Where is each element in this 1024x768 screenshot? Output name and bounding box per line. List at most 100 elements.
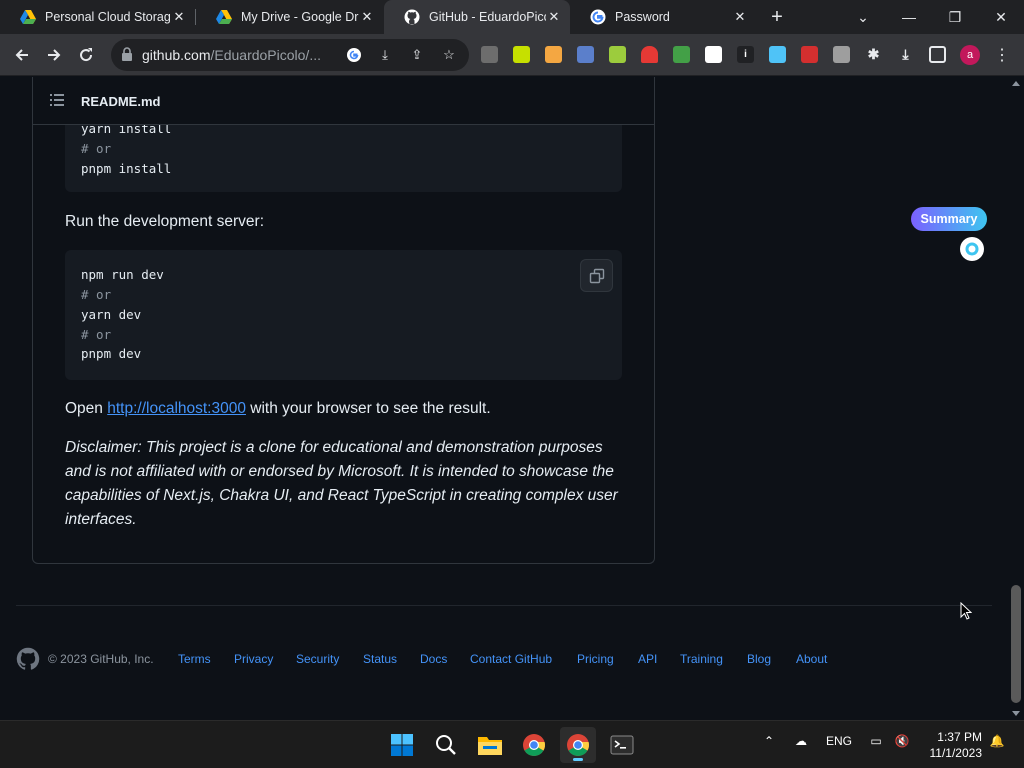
browser-menu-icon[interactable]: ⋮	[994, 45, 1010, 65]
lock-icon	[122, 47, 132, 61]
taskbar: ⌃ ☁ ENG ▭ 🔇 1:37 PM 11/1/2023 🔔	[0, 720, 1024, 768]
extension-icon[interactable]	[833, 46, 850, 63]
tab-search-button[interactable]: ⌄	[840, 0, 886, 34]
tab-personal-cloud-storage[interactable]: Personal Cloud Storag ✕	[0, 0, 195, 34]
footer-link-security[interactable]: Security	[296, 652, 339, 666]
extension-icon[interactable]	[545, 46, 562, 63]
summary-logo-icon[interactable]	[960, 237, 984, 261]
address-bar[interactable]: github.com/EduardoPicolo/... ⤓ ⇪ ☆	[111, 39, 469, 71]
footer-link-privacy[interactable]: Privacy	[234, 652, 273, 666]
close-tab-icon[interactable]: ✕	[171, 9, 187, 25]
code-line: npm run dev	[81, 267, 164, 282]
localhost-link[interactable]: http://localhost:3000	[107, 400, 246, 417]
downloads-icon[interactable]: ⤓	[897, 46, 914, 63]
readme-filename: README.md	[81, 94, 161, 109]
show-hidden-icons-chevron-icon[interactable]: ⌃	[760, 734, 778, 748]
footer-copyright: © 2023 GitHub, Inc.	[48, 652, 154, 666]
tab-github[interactable]: GitHub - EduardoPicol ✕	[384, 0, 570, 34]
side-panel-icon[interactable]	[929, 46, 946, 63]
extension-icon[interactable]	[577, 46, 594, 63]
network-icon[interactable]: ▭	[866, 734, 886, 748]
windows-logo-icon	[391, 734, 413, 756]
chrome-taskbar-button[interactable]	[516, 727, 552, 763]
summary-button[interactable]: Summary	[911, 207, 987, 231]
dev-code-block: npm run dev # or yarn dev # or pnpm dev	[65, 250, 622, 380]
extension-icon[interactable]	[481, 46, 498, 63]
close-window-button[interactable]: ✕	[978, 0, 1024, 34]
restore-button[interactable]: ❐	[932, 0, 978, 34]
page-scrollbar[interactable]	[1008, 77, 1024, 720]
page-content: yarn install # or pnpm install README.md…	[0, 77, 1008, 720]
footer-link-status[interactable]: Status	[363, 652, 397, 666]
outline-list-icon[interactable]	[50, 94, 64, 106]
extension-icon[interactable]	[705, 46, 722, 63]
footer-link-training[interactable]: Training	[680, 652, 723, 666]
onedrive-cloud-icon[interactable]: ☁	[790, 734, 812, 748]
extensions-puzzle-icon[interactable]: ✱	[865, 46, 882, 63]
close-tab-icon[interactable]: ✕	[732, 9, 748, 25]
tab-password[interactable]: Password ✕	[570, 0, 756, 34]
search-button[interactable]	[428, 727, 464, 763]
footer-link-pricing[interactable]: Pricing	[577, 652, 614, 666]
copy-button[interactable]	[580, 259, 613, 292]
back-button[interactable]	[8, 41, 36, 69]
extension-icon[interactable]	[513, 46, 530, 63]
start-button[interactable]	[384, 727, 420, 763]
scroll-up-arrow-icon[interactable]	[1012, 81, 1020, 86]
footer-link-blog[interactable]: Blog	[747, 652, 771, 666]
tab-title: Personal Cloud Storag	[45, 10, 171, 24]
extension-icon[interactable]	[769, 46, 786, 63]
profile-avatar[interactable]: a	[960, 45, 980, 65]
github-logo-icon[interactable]	[16, 647, 40, 671]
reload-button[interactable]	[72, 41, 100, 69]
code-comment: # or	[81, 141, 112, 156]
tab-my-drive[interactable]: My Drive - Google Dri ✕	[196, 0, 383, 34]
code-line: yarn dev	[81, 307, 142, 322]
tab-title: GitHub - EduardoPicol	[429, 10, 546, 24]
google-icon	[590, 9, 606, 25]
extension-icon[interactable]	[673, 46, 690, 63]
taskbar-clock[interactable]: 1:37 PM 11/1/2023	[922, 729, 983, 761]
google-drive-icon	[20, 10, 36, 24]
forward-button[interactable]	[40, 41, 68, 69]
url-host: github.com	[142, 47, 211, 63]
footer-link-about[interactable]: About	[796, 652, 827, 666]
info-extension-icon[interactable]: i	[737, 46, 754, 63]
volume-muted-icon[interactable]: 🔇	[892, 734, 912, 748]
extension-icon[interactable]	[801, 46, 818, 63]
chrome-icon	[567, 734, 590, 756]
install-app-icon[interactable]: ⤓	[375, 45, 395, 65]
chrome-profile-taskbar-button[interactable]	[560, 727, 596, 763]
close-tab-icon[interactable]: ✕	[546, 9, 562, 25]
file-explorer-button[interactable]	[472, 727, 508, 763]
clock-date: 11/1/2023	[929, 746, 983, 760]
active-app-indicator	[573, 758, 583, 761]
language-indicator[interactable]: ENG	[824, 734, 854, 748]
close-tab-icon[interactable]: ✕	[359, 9, 375, 25]
footer-link-terms[interactable]: Terms	[178, 652, 211, 666]
code-line: pnpm dev	[81, 346, 142, 361]
footer-link-contact[interactable]: Contact GitHub	[470, 652, 552, 666]
chrome-icon	[523, 734, 546, 756]
minimize-button[interactable]: —	[886, 0, 932, 34]
footer-link-docs[interactable]: Docs	[420, 652, 447, 666]
browser-toolbar: github.com/EduardoPicolo/... ⤓ ⇪ ☆ i ✱ ⤓…	[0, 34, 1024, 76]
new-tab-button[interactable]: +	[766, 6, 788, 28]
reload-icon	[80, 48, 93, 62]
scroll-down-arrow-icon[interactable]	[1012, 711, 1020, 716]
run-server-label: Run the development server:	[65, 213, 265, 230]
extension-icon[interactable]	[609, 46, 626, 63]
notification-bell-icon[interactable]: 🔔	[988, 734, 1006, 748]
share-icon[interactable]: ⇪	[407, 45, 427, 65]
open-instruction: Open http://localhost:3000 with your bro…	[65, 397, 491, 421]
copy-icon	[589, 268, 604, 283]
terminal-icon	[610, 735, 634, 755]
google-lens-icon[interactable]	[344, 45, 364, 65]
bookmark-star-icon[interactable]: ☆	[439, 45, 459, 65]
code-line: pnpm install	[81, 161, 172, 176]
extension-icon[interactable]	[641, 46, 658, 63]
scroll-thumb[interactable]	[1011, 585, 1021, 703]
footer-link-api[interactable]: API	[638, 652, 657, 666]
disclaimer-text: Disclaimer: This project is a clone for …	[65, 439, 618, 528]
terminal-button[interactable]	[604, 727, 640, 763]
